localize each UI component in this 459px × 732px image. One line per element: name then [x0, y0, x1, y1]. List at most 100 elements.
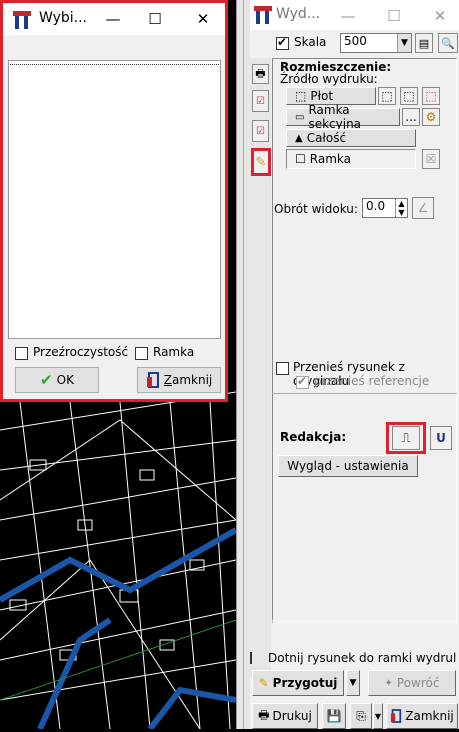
prepare-label: Przygotuj [272, 676, 338, 690]
stamp-button[interactable]: ⎍ [392, 426, 420, 450]
panel-title: Wyd... [276, 6, 321, 22]
copy-button[interactable]: ⎘ [350, 703, 372, 729]
stamp-icon: ⎍ [401, 430, 411, 446]
checklist-icon: ☑ [256, 125, 265, 137]
gear-icon: ⚙ [425, 110, 437, 124]
transparency-checkbox[interactable] [15, 347, 28, 360]
print-panel: Wyd... — ☐ ✕ Skala 500 ▼ ▤ 🔍 🖶 ☑ ☑ ✎ Roz… [250, 0, 459, 729]
red-frame-icon: ⬚ [425, 89, 437, 103]
rotation-spinner[interactable]: 0.0 ▲ ▼ [362, 198, 408, 218]
minimize-icon[interactable]: — [101, 7, 125, 31]
print-button[interactable]: 🖶 Drukuj [252, 703, 318, 729]
prepare-button[interactable]: ✎ Przygotuj [252, 670, 344, 696]
ellipsis-label: ... [405, 110, 417, 124]
scale-checkbox[interactable] [276, 35, 289, 50]
tab-pencil[interactable]: ✎ [251, 148, 271, 176]
mountain-icon: ▲ [295, 132, 303, 144]
pencil-icon: ✎ [255, 154, 267, 170]
frame-options-button[interactable]: ☒ [422, 149, 440, 169]
copy-icon: ⎘ [356, 708, 366, 723]
source-all-label: Całość [306, 131, 347, 145]
source-frame-label: Ramka [309, 152, 351, 166]
checklist-icon: ☑ [256, 95, 265, 107]
dotted-frame-icon: ⬚ [381, 89, 393, 103]
maximize-icon[interactable]: ☐ [143, 7, 167, 31]
scale-combo[interactable]: 500 ▼ [340, 33, 412, 53]
app-icon [254, 6, 272, 24]
checkmark-icon: ✔ [40, 371, 53, 389]
frame-cross-icon: ☒ [425, 152, 437, 166]
tab-checklist-2[interactable]: ☑ [252, 120, 269, 142]
rotation-value: 0.0 [366, 199, 386, 213]
frame-icon: ☐ [295, 152, 306, 166]
u-label: U [436, 431, 446, 445]
dialog-titlebar: Wybi... — ☐ ✕ [3, 3, 225, 35]
divider [272, 393, 457, 394]
panel-close-label: Zamknij [405, 709, 454, 723]
tab-checklist-1[interactable]: ☑ [252, 90, 269, 112]
source-all-button[interactable]: ▲ Całość [286, 129, 416, 147]
section-settings-button[interactable]: ⚙ [422, 108, 440, 126]
selection-list[interactable] [8, 60, 221, 339]
source-plot-label: Płot [310, 89, 334, 103]
trim-marker [250, 652, 252, 664]
frame-checkbox[interactable] [135, 347, 148, 360]
door-icon [146, 372, 159, 388]
copy-dropdown[interactable]: ▼ [373, 703, 383, 729]
ok-button[interactable]: ✔ OK [15, 367, 99, 393]
back-label: Powróć [396, 676, 440, 690]
print-label: Drukuj [272, 709, 312, 723]
frame-label: Ramka [153, 345, 195, 359]
close-label-rest: amknij [171, 373, 213, 387]
dialog-title: Wybi... [39, 10, 88, 26]
transfer-refs-checkbox[interactable] [296, 374, 309, 389]
close-button[interactable]: Zamknij [137, 367, 221, 393]
preview-button[interactable]: 🔍 [438, 33, 458, 53]
scale-value: 500 [344, 34, 367, 48]
spinner-arrows-icon[interactable]: ▲ ▼ [395, 199, 407, 217]
list-icon: ▤ [418, 36, 430, 50]
appearance-label: Wygląd - ustawienia [287, 459, 409, 473]
select-red-frame-button[interactable]: ⬚ [422, 87, 440, 105]
save-button[interactable]: 💾 [322, 703, 346, 729]
source-group-label: Źródło wydruku: [280, 72, 378, 86]
close-icon[interactable]: ✕ [191, 7, 215, 31]
appearance-button[interactable]: Wygląd - ustawienia [278, 455, 418, 477]
section-more-button[interactable]: ... [402, 108, 420, 126]
door-icon [391, 709, 402, 723]
panel-close-button[interactable]: Zamknij [386, 703, 458, 729]
chevron-down-icon: ▼ [349, 678, 357, 688]
chevron-down-icon[interactable]: ▼ [397, 34, 411, 52]
zoom-frame-icon: ⬚ [403, 89, 415, 103]
back-button[interactable]: ✦ Powróć [368, 670, 456, 696]
app-icon [13, 11, 31, 29]
floppy-icon: 💾 [326, 709, 342, 723]
transparency-label: Przeźroczystość [33, 345, 129, 359]
tab-printer[interactable]: 🖶 [252, 64, 269, 84]
rotation-tool-button[interactable]: ∠ [412, 197, 434, 219]
splitter[interactable] [236, 0, 250, 729]
ok-label: OK [56, 373, 74, 387]
source-section-label: Ramka sekcyjna [308, 103, 362, 131]
scale-label: Skala [294, 35, 327, 49]
section-frame-icon: ▭ [295, 111, 305, 123]
close-hotkey: Z [163, 373, 172, 387]
dotted-frame-icon: ⬚ [295, 89, 307, 103]
arrow-up-icon: ✦ [384, 677, 393, 689]
printer-icon: 🖶 [258, 707, 270, 722]
rotation-label: Obrót widoku: [274, 202, 358, 216]
source-section-button[interactable]: ▭ Ramka sekcyjna [286, 103, 400, 131]
transfer-checkbox[interactable] [276, 362, 289, 375]
printer-icon: 🖶 [255, 66, 266, 80]
chevron-down-icon: ▼ [374, 711, 382, 721]
u-button[interactable]: U [430, 426, 452, 450]
scale-list-button[interactable]: ▤ [415, 33, 433, 53]
preview-icon: 🔍 [441, 36, 455, 50]
maximize-icon[interactable]: ☐ [382, 4, 406, 28]
select-dialog: Wybi... — ☐ ✕ Przeźroczystość Ramka ✔ OK… [0, 0, 228, 402]
close-icon[interactable]: ✕ [428, 4, 452, 28]
source-frame-button[interactable]: ☐ Ramka [286, 149, 416, 169]
prepare-dropdown[interactable]: ▼ [346, 670, 360, 696]
select-zoom-button[interactable]: ⬚ [400, 87, 418, 105]
minimize-icon[interactable]: — [336, 4, 360, 28]
